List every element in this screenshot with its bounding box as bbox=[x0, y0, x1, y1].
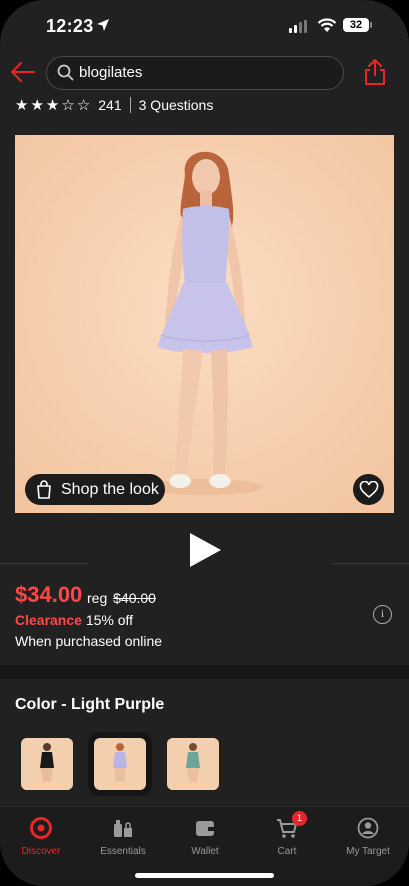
battery-tip bbox=[370, 22, 372, 28]
current-price: $34.00 bbox=[15, 582, 83, 607]
battery-icon: 32 bbox=[343, 18, 369, 32]
divider bbox=[129, 97, 131, 113]
product-image[interactable]: Shop the look bbox=[15, 135, 394, 513]
home-indicator[interactable] bbox=[135, 873, 274, 878]
star-icon: ★ bbox=[15, 96, 29, 114]
purchase-note: When purchased online bbox=[15, 633, 163, 649]
tab-label: My Target bbox=[346, 846, 390, 857]
status-time: 12:23 bbox=[46, 16, 94, 36]
product-screen: 12:23 32 blogilates ★ ★ ★ ☆ ☆ 241 3 Ques… bbox=[0, 0, 409, 886]
play-video-icon[interactable] bbox=[187, 531, 223, 569]
rating-count[interactable]: 241 bbox=[98, 97, 121, 113]
star-rating: ★ ★ ★ ☆ ☆ bbox=[15, 98, 90, 113]
info-icon[interactable]: i bbox=[373, 605, 392, 624]
swatch-thumbnail bbox=[21, 738, 73, 790]
color-swatch-light-purple[interactable] bbox=[88, 732, 152, 796]
wallet-icon bbox=[196, 821, 214, 836]
color-swatch-teal[interactable] bbox=[167, 738, 219, 790]
share-icon[interactable] bbox=[362, 58, 388, 86]
tab-label: Discover bbox=[21, 846, 61, 857]
rating-row[interactable]: ★ ★ ★ ☆ ☆ 241 3 Questions bbox=[15, 96, 213, 114]
divider bbox=[332, 563, 409, 564]
cellular-signal-icon bbox=[289, 20, 307, 33]
tab-cart[interactable]: 1 Cart bbox=[246, 811, 328, 857]
shopping-bag-icon bbox=[37, 480, 51, 499]
back-arrow-icon[interactable] bbox=[10, 60, 36, 84]
color-title: Color - Light Purple bbox=[15, 696, 165, 713]
essentials-icon bbox=[114, 820, 132, 837]
person-icon bbox=[357, 817, 379, 839]
clearance-label: Clearance bbox=[15, 612, 82, 628]
clearance-line: Clearance 15% off bbox=[15, 612, 133, 628]
search-icon bbox=[57, 64, 74, 81]
regular-price: reg $40.00 bbox=[87, 590, 156, 606]
color-swatches bbox=[21, 732, 219, 796]
reg-value: $40.00 bbox=[113, 590, 156, 606]
search-query: blogilates bbox=[79, 64, 143, 81]
status-bar: 12:23 32 bbox=[0, 0, 409, 52]
target-icon bbox=[30, 817, 52, 839]
star-outline-icon: ☆ bbox=[76, 96, 91, 114]
star-icon: ★ bbox=[45, 96, 60, 114]
tab-wallet[interactable]: Wallet bbox=[164, 817, 246, 857]
tab-essentials[interactable]: Essentials bbox=[82, 817, 164, 857]
reg-label: reg bbox=[87, 590, 108, 606]
tab-discover[interactable]: Discover bbox=[0, 817, 82, 857]
tab-label: Essentials bbox=[100, 846, 146, 857]
divider bbox=[0, 563, 88, 564]
search-input[interactable]: blogilates bbox=[46, 56, 344, 90]
star-icon: ★ bbox=[30, 96, 44, 114]
shop-the-look-label: Shop the look bbox=[61, 480, 159, 498]
tab-label: Cart bbox=[277, 846, 297, 857]
heart-icon bbox=[359, 480, 378, 498]
discount-text: 15% off bbox=[85, 612, 134, 628]
star-outline-icon: ☆ bbox=[61, 96, 75, 114]
wifi-icon bbox=[317, 18, 337, 32]
questions-link[interactable]: 3 Questions bbox=[139, 97, 214, 113]
color-swatch-black[interactable] bbox=[21, 738, 73, 790]
swatch-thumbnail bbox=[167, 738, 219, 790]
location-arrow-icon bbox=[97, 19, 109, 31]
shop-the-look-button[interactable]: Shop the look bbox=[25, 474, 165, 505]
cart-count-badge: 1 bbox=[292, 811, 307, 826]
swatch-thumbnail bbox=[94, 738, 146, 790]
section-divider bbox=[0, 665, 409, 679]
tab-my-target[interactable]: My Target bbox=[327, 817, 409, 857]
favorite-button[interactable] bbox=[353, 474, 384, 505]
tab-label: Wallet bbox=[191, 846, 219, 857]
model-illustration bbox=[15, 135, 394, 513]
